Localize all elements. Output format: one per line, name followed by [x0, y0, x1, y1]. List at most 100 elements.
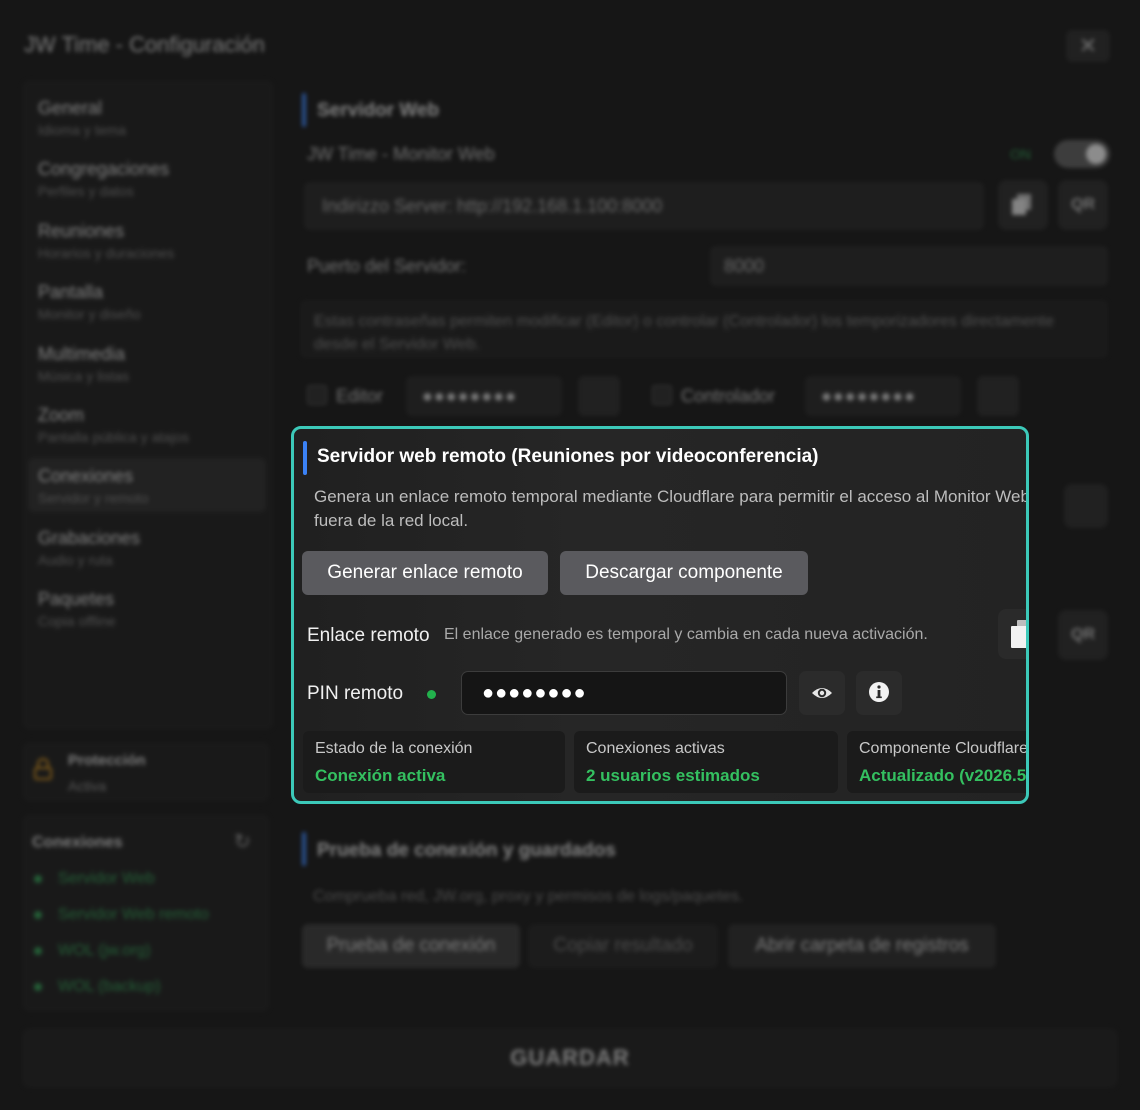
stat-active-connections: Conexiones activas 2 usuarios estimados	[574, 731, 838, 793]
sidebar-item-subtitle: Perfiles y datos	[38, 183, 134, 199]
remote-server-description: Genera un enlace remoto temporal mediant…	[314, 487, 1029, 530]
refresh-icon[interactable]: ↻	[234, 832, 254, 852]
sidebar-item-label: Zoom	[38, 405, 85, 425]
sidebar-item-subtitle: Monitor y diseño	[38, 306, 141, 322]
controller-eye-button[interactable]	[977, 376, 1019, 416]
sidebar-item-zoom[interactable]: Zoom Pantalla pública y atajos	[28, 397, 266, 451]
sidebar-item-subtitle: Copia offline	[38, 613, 116, 629]
password-note: Estas contraseñas permiten modificar (Ed…	[314, 313, 1054, 353]
test-description: Comprueba red, JW.org, proxy y permisos …	[313, 888, 744, 905]
stat-label: Componente Cloudflare	[859, 740, 1028, 757]
pin-info-button[interactable]	[856, 671, 902, 715]
remote-link-label: Enlace remoto	[307, 625, 430, 646]
connection-label: WOL (backup)	[58, 978, 161, 995]
connection-item: Servidor Web	[34, 870, 155, 888]
copy-address-button[interactable]	[998, 180, 1048, 230]
protection-panel: Protección Activa	[22, 742, 270, 802]
sidebar: General Idioma y tema Congregaciones Per…	[22, 80, 274, 730]
show-pin-button[interactable]	[799, 671, 845, 715]
remote-link-hint: El enlace generado es temporal y cambia …	[444, 626, 928, 643]
toggle-state-label: ON	[1010, 146, 1031, 162]
sidebar-item-grabaciones[interactable]: Grabaciones Audio y ruta	[28, 520, 266, 574]
web-server-title: Servidor Web	[317, 100, 440, 121]
sidebar-item-subtitle: Horarios y duraciones	[38, 245, 175, 261]
sidebar-item-conexiones[interactable]: Conexiones Servidor y remoto	[28, 458, 266, 512]
editor-eye-button[interactable]	[578, 376, 620, 416]
remote-pin-label: PIN remoto	[307, 683, 404, 704]
sidebar-item-general[interactable]: General Idioma y tema	[28, 90, 266, 144]
toggle-knob	[1086, 144, 1106, 164]
sidebar-item-label: Paquetes	[38, 589, 115, 609]
sidebar-item-label: Multimedia	[38, 344, 126, 364]
sidebar-item-reuniones[interactable]: Reuniones Horarios y duraciones	[28, 213, 266, 267]
remote-server-title: Servidor web remoto (Reuniones por video…	[317, 446, 819, 467]
test-section-title: Prueba de conexión y guardados	[317, 840, 616, 861]
monitor-web-label: JW Time - Monitor Web	[307, 144, 495, 164]
sidebar-item-paquetes[interactable]: Paquetes Copia offline	[28, 581, 266, 635]
connection-label: Servidor Web remoto	[58, 906, 209, 923]
status-dot-icon	[34, 910, 42, 919]
sidebar-item-multimedia[interactable]: Multimedia Música y listas	[28, 336, 266, 390]
sidebar-item-subtitle: Pantalla pública y atajos	[38, 429, 189, 445]
controller-password-field[interactable]: ●●●●●●●●	[805, 376, 961, 416]
server-address-value: Indirizzo Server: http://192.168.1.100:8…	[322, 196, 663, 216]
port-label: Puerto del Servidor:	[307, 256, 467, 276]
sidebar-item-congregaciones[interactable]: Congregaciones Perfiles y datos	[28, 151, 266, 205]
sidebar-item-subtitle: Servidor y remoto	[38, 490, 149, 506]
download-component-button[interactable]: Descargar componente	[560, 551, 808, 595]
sidebar-item-label: Conexiones	[38, 466, 134, 486]
close-button[interactable]: ✕	[1066, 30, 1110, 62]
connection-item: WOL (backup)	[34, 978, 161, 996]
copy-link-button[interactable]	[998, 609, 1026, 659]
stat-label: Conexiones activas	[586, 740, 725, 757]
controller-checkbox[interactable]	[652, 385, 672, 405]
test-connection-button[interactable]: Prueba de conexión	[302, 924, 520, 968]
qr-button[interactable]: QR	[1058, 180, 1108, 230]
eye-icon	[812, 688, 832, 698]
stat-value: 2 usuarios estimados	[586, 766, 760, 785]
qr-button-background[interactable]: QR	[1058, 610, 1108, 660]
window-title: JW Time - Configuración	[24, 32, 265, 57]
password-note-box: Estas contraseñas permiten modificar (Ed…	[300, 300, 1108, 358]
connection-item: Servidor Web remoto	[34, 906, 209, 924]
editor-label: Editor	[336, 386, 384, 406]
copy-icon	[1012, 194, 1031, 215]
server-address-field[interactable]: Indirizzo Server: http://192.168.1.100:8…	[304, 182, 984, 230]
sidebar-item-subtitle: Audio y ruta	[38, 552, 113, 568]
controller-label: Controlador	[681, 386, 776, 406]
sidebar-item-pantalla[interactable]: Pantalla Monitor y diseño	[28, 274, 266, 328]
connection-item: WOL (jw.org)	[34, 942, 151, 960]
status-dot-icon	[34, 946, 42, 955]
info-button-background[interactable]	[1064, 484, 1108, 528]
connections-title: Conexiones	[32, 834, 123, 851]
pin-status-dot-icon	[427, 690, 436, 699]
status-dot-icon	[34, 982, 42, 991]
port-value: 8000	[724, 256, 765, 276]
sidebar-item-label: Pantalla	[38, 282, 104, 302]
sidebar-item-label: Congregaciones	[38, 159, 170, 179]
remote-pin-input[interactable]: ●●●●●●●●	[461, 671, 787, 715]
stat-label: Estado de la conexión	[315, 740, 473, 757]
connections-panel: Conexiones ↻ Servidor Web Servidor Web r…	[22, 814, 270, 1012]
copy-icon	[1011, 620, 1026, 648]
stat-value: Conexión activa	[315, 766, 446, 785]
connection-label: WOL (jw.org)	[58, 942, 151, 959]
remote-server-card: Servidor web remoto (Reuniones por video…	[291, 426, 1029, 804]
open-logs-folder-button[interactable]: Abrir carpeta de registros	[728, 924, 996, 968]
editor-password-field[interactable]: ●●●●●●●●	[406, 376, 562, 416]
info-icon	[869, 682, 889, 702]
stat-connection-state: Estado de la conexión Conexión activa	[303, 731, 565, 793]
generate-remote-link-button[interactable]: Generar enlace remoto	[302, 551, 548, 595]
editor-checkbox[interactable]	[307, 385, 327, 405]
lock-icon	[34, 758, 52, 780]
save-button[interactable]: GUARDAR	[22, 1028, 1118, 1088]
sidebar-item-subtitle: Idioma y tema	[38, 122, 126, 138]
remote-pin-value: ●●●●●●●●	[482, 682, 587, 704]
protection-title: Protección	[68, 752, 146, 769]
status-dot-icon	[34, 874, 42, 883]
monitor-web-toggle[interactable]	[1054, 140, 1110, 168]
port-input[interactable]: 8000	[710, 246, 1108, 286]
copy-result-button[interactable]: Copiar resultado	[528, 924, 718, 968]
protection-status: Activa	[68, 778, 107, 794]
section-accent-bar	[302, 93, 306, 127]
